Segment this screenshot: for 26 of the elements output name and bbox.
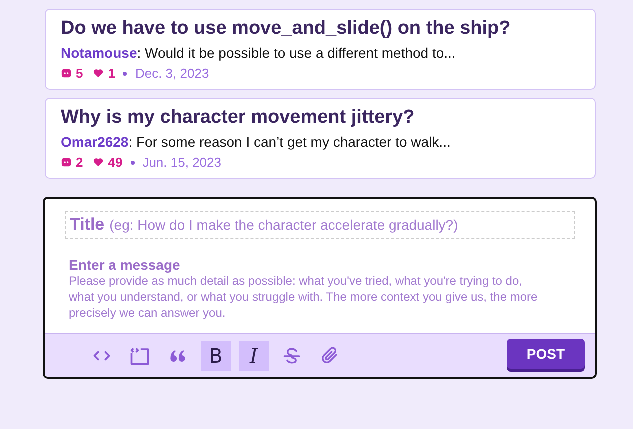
field-label: Title <box>70 215 105 235</box>
reply-count: 5 <box>76 66 84 81</box>
heart-icon <box>93 68 104 79</box>
post-date: Dec. 3, 2023 <box>135 66 210 81</box>
thread-card[interactable]: Do we have to use move_and_slide() on the ship? Notamouse: Would it be possible to use a different method to... 5 1 Dec. 3, 2023 <box>45 9 596 90</box>
thread-excerpt: Omar2628: For some reason I can’t get my character to walk... <box>61 134 452 150</box>
heart-icon <box>93 157 104 168</box>
separator-dot-icon <box>123 72 128 76</box>
thread-card[interactable]: Why is my character movement jittery? Omar2628: For some reason I can’t get my character to walk... 2 49 Jun. 15, 2023 <box>45 98 596 179</box>
post-button[interactable]: POST <box>506 339 585 369</box>
thread-excerpt: Notamouse: Would it be possible to use a different method to... <box>61 45 457 61</box>
chat-icon <box>61 157 72 168</box>
thread-title[interactable]: Why is my character movement jittery? <box>61 107 580 129</box>
like-count: 1 <box>108 66 116 81</box>
reply-count: 2 <box>76 155 84 170</box>
title-field[interactable]: Title (eg: How do I make the character accelerate gradually?) <box>65 211 575 239</box>
field-placeholder: Please provide as much detail as possible: what you've tried, what you're trying to do, what you understand, or what you struggle with. The more context you give us, the more precisely we can answer you. <box>69 273 539 321</box>
field-placeholder: (eg: How do I make the character accelerate gradually?) <box>110 217 458 233</box>
post-date: Jun. 15, 2023 <box>142 155 222 170</box>
thread-title[interactable]: Do we have to use move_and_slide() on the ship? <box>61 18 580 40</box>
separator-dot-icon <box>130 160 135 164</box>
like-count: 49 <box>108 155 123 170</box>
italic-button[interactable]: I <box>239 340 269 370</box>
bold-button[interactable]: B <box>201 340 231 370</box>
field-label: Enter a message <box>69 257 182 273</box>
chat-icon <box>61 68 72 79</box>
